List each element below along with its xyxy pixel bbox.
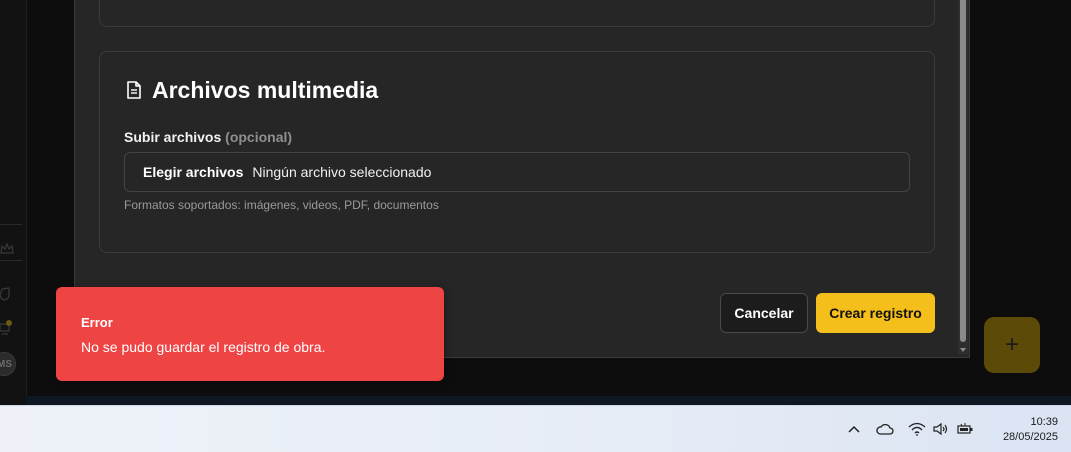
upload-label-text: Subir archivos [124, 129, 222, 145]
chevron-up-icon[interactable] [845, 421, 863, 437]
plus-icon: + [1004, 331, 1019, 358]
supported-formats-text: Formatos soportados: imágenes, videos, P… [124, 198, 439, 212]
upload-optional-text: (opcional) [225, 129, 293, 145]
toast-message: No se pudo guardar el registro de obra. [81, 339, 326, 355]
section-title-text: Archivos multimedia [152, 76, 379, 103]
clock-date: 28/05/2025 [1002, 431, 1058, 443]
error-toast[interactable]: Error No se pudo guardar el registro de … [56, 287, 444, 381]
notification-dot [6, 320, 12, 326]
volume-icon[interactable] [932, 421, 950, 437]
battery-icon[interactable] [956, 421, 974, 437]
previous-section-card [99, 0, 935, 27]
file-status-text: Ningún archivo seleccionado [252, 164, 432, 180]
scrollbar-thumb[interactable] [960, 0, 966, 342]
add-fab-button[interactable]: + [984, 317, 1040, 373]
scroll-down-arrow-icon[interactable] [960, 348, 966, 352]
section-title: Archivos multimedia [124, 76, 378, 104]
cloud-icon[interactable] [876, 421, 894, 437]
background-bottom-strip [26, 396, 1071, 405]
wifi-icon[interactable] [908, 421, 926, 437]
upload-label: Subir archivos (opcional) [124, 129, 292, 145]
taskbar: 10:39 28/05/2025 [0, 405, 1071, 452]
shield-icon [0, 287, 10, 301]
clock-time: 10:39 [1030, 416, 1058, 428]
sidebar-divider [0, 224, 22, 225]
background-sidebar: MS [0, 0, 27, 405]
choose-files-button[interactable]: Elegir archivos [143, 164, 243, 180]
toast-title: Error [81, 315, 113, 330]
sidebar-divider [0, 260, 22, 261]
modal-scrollbar[interactable] [958, 0, 968, 354]
cancel-button[interactable]: Cancelar [720, 293, 808, 333]
taskbar-clock[interactable]: 10:39 28/05/2025 [986, 415, 1058, 445]
avatar[interactable]: MS [0, 352, 16, 376]
document-icon [127, 81, 141, 99]
crown-icon [0, 242, 14, 254]
create-record-button[interactable]: Crear registro [816, 293, 935, 333]
file-upload-input[interactable]: Elegir archivos Ningún archivo seleccion… [124, 152, 910, 192]
